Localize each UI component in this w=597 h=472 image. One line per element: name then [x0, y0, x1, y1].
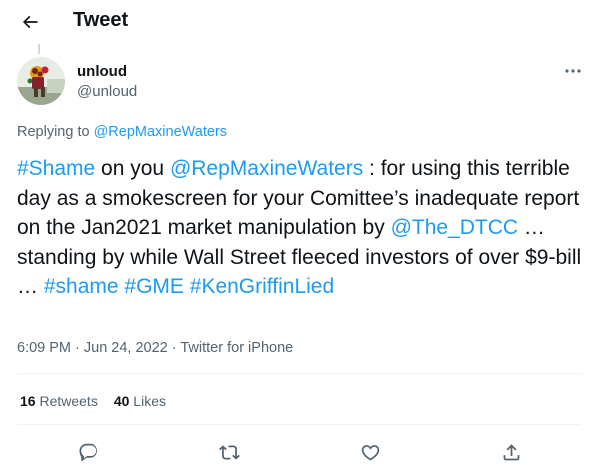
more-horizontal-icon: [565, 69, 581, 73]
author-display-name[interactable]: unloud: [77, 63, 127, 80]
tweet-source[interactable]: Twitter for iPhone: [180, 340, 293, 356]
share-icon: [503, 443, 519, 460]
retweet-icon: [218, 444, 240, 460]
more-button[interactable]: [560, 61, 586, 81]
retweets-label: Retweets: [35, 393, 98, 409]
hashtag-link[interactable]: #KenGriffinLied: [190, 275, 334, 298]
page-title: Tweet: [73, 9, 129, 31]
divider: [17, 373, 581, 374]
heart-icon: [361, 444, 379, 461]
arrow-left-icon: [22, 15, 38, 29]
likes-count: 40: [113, 393, 130, 409]
meta-separator: ·: [71, 340, 84, 356]
reply-button[interactable]: [70, 434, 106, 470]
thread-line: [38, 44, 40, 54]
divider: [17, 424, 581, 425]
likes-label: Likes: [129, 393, 166, 409]
tweet-stats: 16 Retweets 40 Likes: [20, 393, 182, 409]
likes-stat[interactable]: 40 Likes: [114, 393, 166, 409]
mention-link[interactable]: @The_DTCC: [391, 216, 519, 239]
retweets-count: 16: [20, 393, 36, 409]
replying-mention-link[interactable]: @RepMaxineWaters: [94, 124, 227, 140]
avatar-image: [17, 57, 65, 105]
hashtag-link[interactable]: #shame: [44, 275, 119, 298]
replying-prefix: Replying to: [17, 124, 94, 140]
tweet-text: #Shame on you @RepMaxineWaters : for usi…: [17, 154, 587, 302]
tweet-actions: [0, 434, 597, 470]
tweet-meta: 6:09 PM · Jun 24, 2022 · Twitter for iPh…: [17, 340, 293, 356]
author-handle[interactable]: @unloud: [77, 83, 137, 100]
reply-icon: [79, 443, 97, 461]
tweet-text-segment: on you: [95, 157, 170, 180]
tweet-time[interactable]: 6:09 PM: [17, 340, 71, 356]
retweets-stat[interactable]: 16 Retweets: [20, 393, 98, 409]
share-button[interactable]: [493, 434, 529, 470]
hashtag-link[interactable]: #GME: [124, 275, 184, 298]
tweet-date[interactable]: Jun 24, 2022: [84, 340, 168, 356]
retweet-button[interactable]: [211, 434, 247, 470]
avatar[interactable]: [17, 57, 65, 105]
back-button[interactable]: [14, 6, 46, 38]
replying-to: Replying to @RepMaxineWaters: [17, 124, 227, 140]
header: Tweet: [0, 0, 597, 44]
mention-link[interactable]: @RepMaxineWaters: [170, 157, 363, 180]
like-button[interactable]: [352, 434, 388, 470]
meta-separator: ·: [167, 340, 181, 356]
hashtag-link[interactable]: #Shame: [17, 157, 95, 180]
